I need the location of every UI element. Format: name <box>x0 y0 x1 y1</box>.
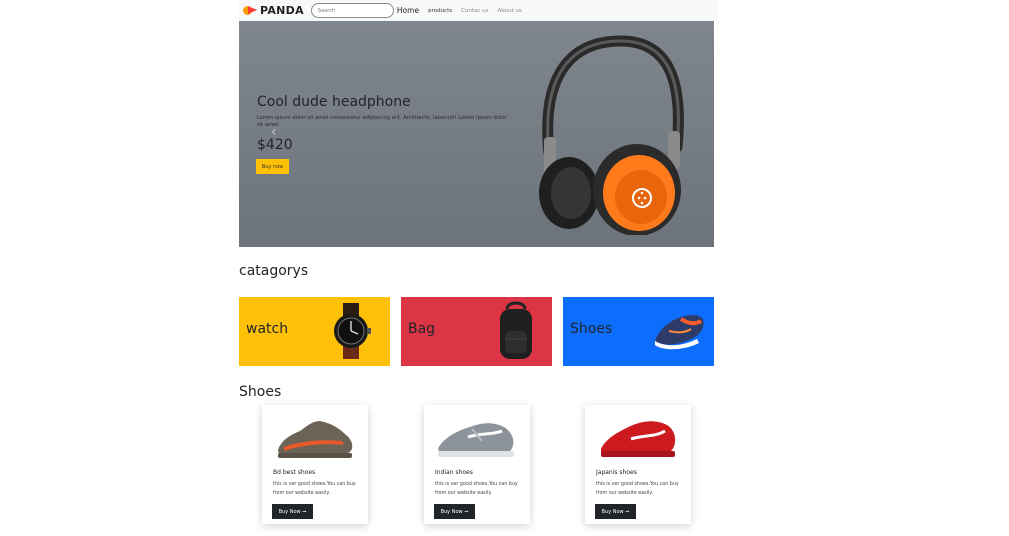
product-title: Indian shoes <box>435 469 473 476</box>
buy-now-button[interactable]: Buy Now ➞ <box>272 504 313 519</box>
product-card: Bd best shoes this is ver good shoes.You… <box>262 405 368 524</box>
nav-link-home[interactable]: Home <box>397 6 419 15</box>
headphone-image <box>539 35 684 235</box>
nav-link-products[interactable]: products <box>428 8 452 14</box>
categories-heading: catagorys <box>239 263 309 279</box>
nav-link-contact[interactable]: Contac us <box>461 8 488 14</box>
category-label: watch <box>246 321 289 337</box>
category-watch[interactable]: watch <box>239 297 390 366</box>
product-card: Japanis shoes this is ver good shoes.You… <box>585 405 691 524</box>
nav-link-about[interactable]: About us <box>497 8 521 14</box>
buy-now-button[interactable]: Buy Now ➞ <box>434 504 475 519</box>
category-shoes[interactable]: Shoes <box>563 297 714 366</box>
hero-description: Lorem ipsum dolor sit amet consectetur a… <box>257 115 507 128</box>
watch-icon <box>334 303 371 359</box>
category-label: Shoes <box>570 321 613 337</box>
carousel-prev-icon[interactable]: ‹ <box>271 124 277 140</box>
bag-icon <box>500 301 532 359</box>
product-description: this is ver good shoes.You can buy from … <box>273 482 356 496</box>
panda-logo-icon <box>243 6 257 15</box>
hero-title: Cool dude headphone <box>257 94 411 110</box>
brand-name: PANDA <box>260 4 304 17</box>
buy-now-button[interactable]: Buy now <box>256 159 289 174</box>
product-description: this is ver good shoes.You can buy from … <box>596 482 679 496</box>
products-heading: Shoes <box>239 384 282 400</box>
navbar: PANDA Home products Contac us About us <box>239 0 718 21</box>
product-description: this is ver good shoes.You can buy from … <box>435 482 518 496</box>
shoe-image <box>438 423 514 457</box>
search-input[interactable] <box>310 3 394 18</box>
product-title: Japanis shoes <box>596 469 637 476</box>
shoe-image <box>278 421 353 458</box>
hero-carousel: Cool dude headphone Lorem ipsum dolor si… <box>239 21 714 247</box>
category-bag[interactable]: Bag <box>401 297 552 366</box>
category-label: Bag <box>408 321 436 337</box>
sneaker-icon <box>655 315 704 350</box>
shoe-image <box>601 421 676 457</box>
buy-now-button[interactable]: Buy Now ➞ <box>595 504 636 519</box>
product-title: Bd best shoes <box>273 469 316 476</box>
brand-logo[interactable]: PANDA <box>243 4 304 17</box>
product-card: Indian shoes this is ver good shoes.You … <box>424 405 530 524</box>
